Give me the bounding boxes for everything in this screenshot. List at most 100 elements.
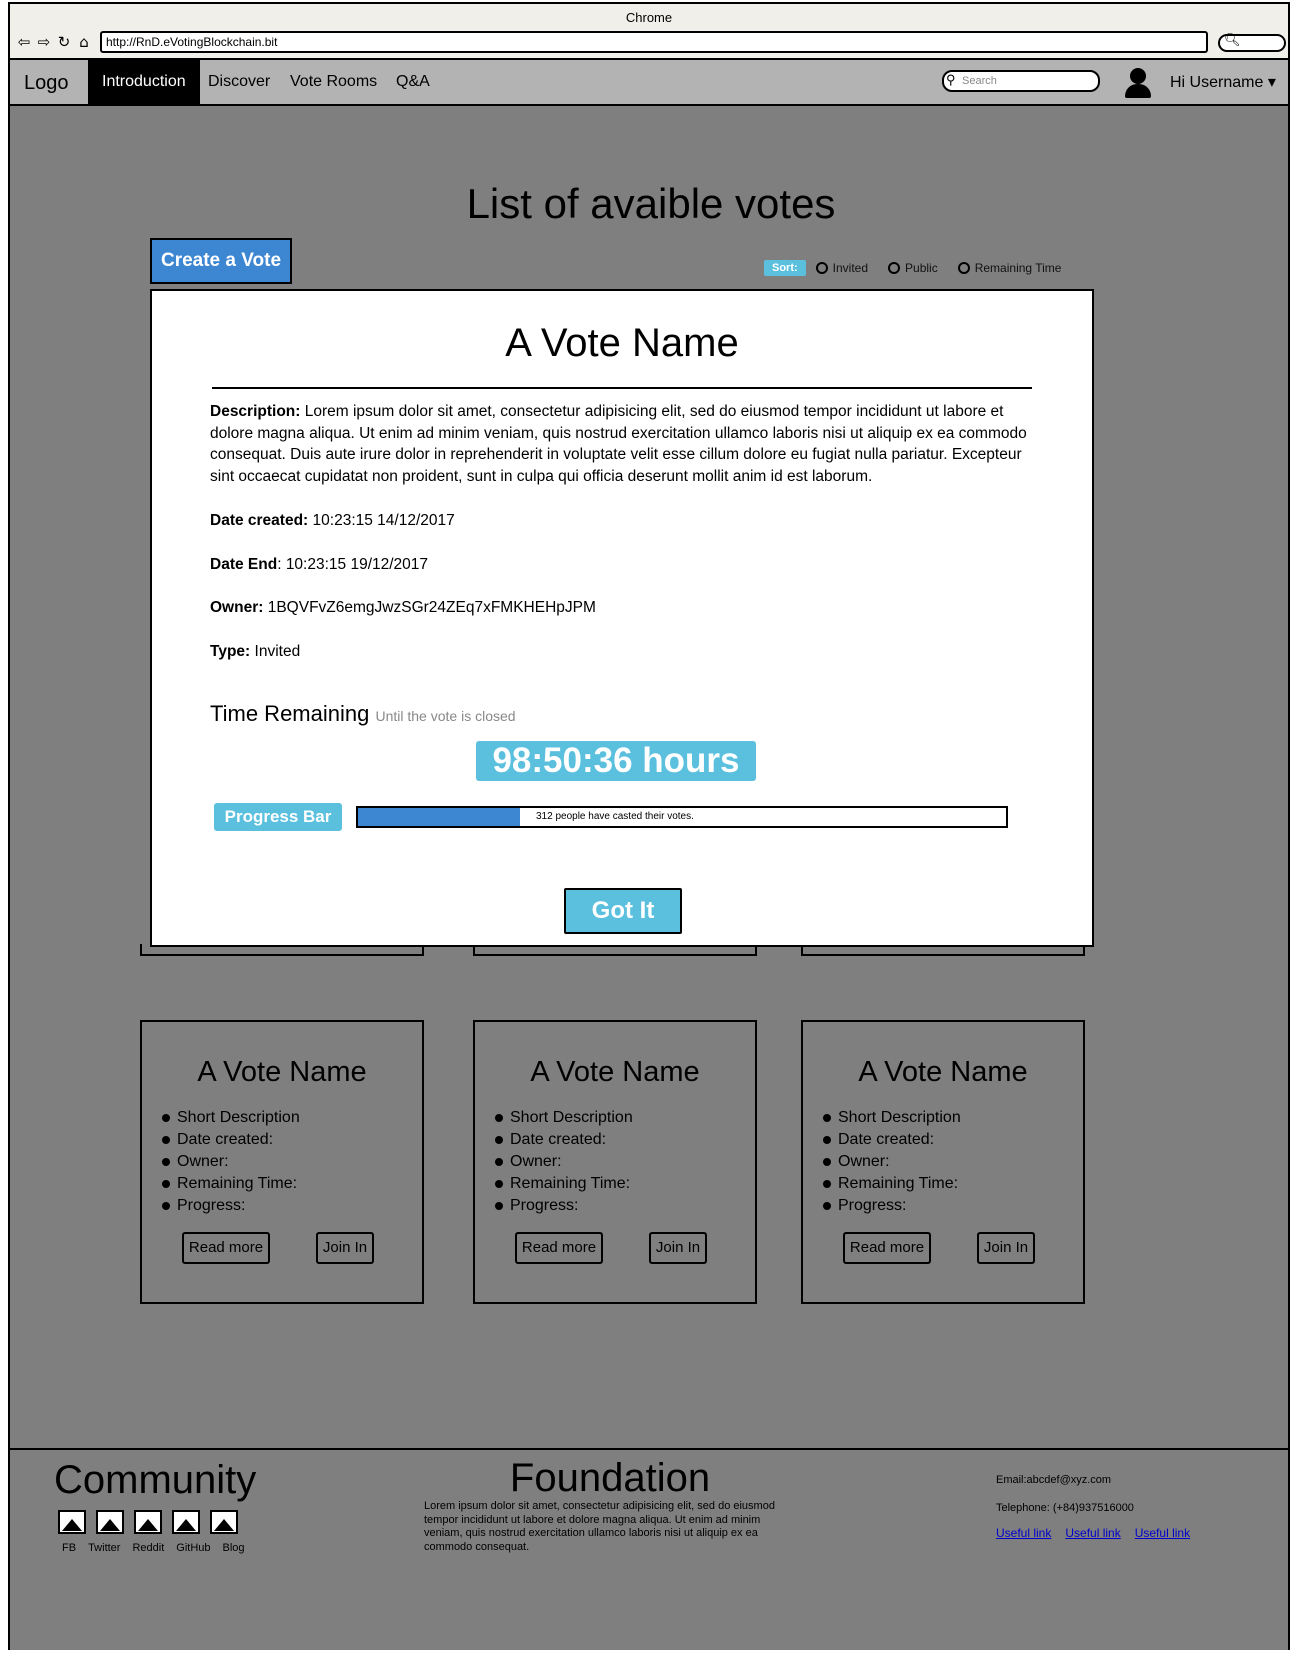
type-label: Type:	[210, 642, 251, 660]
date-created-row: Date created: 10:23:15 14/12/2017	[210, 510, 1040, 532]
avatar-icon[interactable]	[1124, 66, 1152, 98]
join-in-button[interactable]: Join In	[316, 1232, 374, 1264]
useful-link[interactable]: Useful link	[996, 1526, 1051, 1540]
search-placeholder: Search	[962, 75, 997, 87]
sort-controls: Sort: Invited Public Remaining Time	[764, 260, 1081, 276]
page-title: List of avaible votes	[466, 180, 836, 227]
search-icon: 🔍︎	[1224, 33, 1241, 48]
url-bar[interactable]: http://RnD.eVotingBlockchain.bit	[100, 31, 1208, 53]
date-end-row: Date End: 10:23:15 19/12/2017	[210, 555, 429, 573]
list-item: Date created:	[495, 1129, 755, 1151]
reload-icon[interactable]: ↻	[56, 33, 72, 51]
contact-email: Email:abcdef@xyz.com	[996, 1474, 1112, 1486]
search-icon: ⚲	[946, 72, 956, 87]
reddit-image-icon[interactable]	[134, 1510, 162, 1534]
social-icons	[58, 1510, 238, 1534]
card-details: Short Description Date created: Owner: R…	[495, 1107, 755, 1217]
nav-qa[interactable]: Q&A	[382, 60, 444, 104]
list-item: Owner:	[495, 1151, 755, 1173]
useful-links: Useful link Useful link Useful link	[996, 1526, 1190, 1540]
card-details: Short Description Date created: Owner: R…	[823, 1107, 1083, 1217]
forward-icon[interactable]: ⇨	[36, 33, 52, 51]
description-text: Lorem ipsum dolor sit amet, consectetur …	[210, 403, 1027, 486]
list-item: Progress:	[823, 1195, 1083, 1217]
social-label-twitter[interactable]: Twitter	[88, 1542, 120, 1554]
browser-search[interactable]: 🔍︎	[1218, 33, 1286, 52]
social-label-github[interactable]: GitHub	[176, 1542, 210, 1554]
owner-value: 1BQVFvZ6emgJwzSGr24ZEq7xFMKHEHpJPM	[267, 599, 596, 617]
user-menu[interactable]: Hi Username ▾	[1170, 72, 1276, 92]
join-in-button[interactable]: Join In	[977, 1232, 1035, 1264]
vote-card: A Vote Name Short Description Date creat…	[801, 1020, 1085, 1304]
read-more-button[interactable]: Read more	[843, 1232, 931, 1264]
list-item: Progress:	[162, 1195, 422, 1217]
social-label-blog[interactable]: Blog	[223, 1542, 245, 1554]
browser-window: Chrome ⇦ ⇨ ↻ ⌂ http://RnD.eVotingBlockch…	[8, 2, 1290, 1650]
nav-discover[interactable]: Discover	[194, 60, 284, 104]
list-item: Date created:	[162, 1129, 422, 1151]
fb-image-icon[interactable]	[58, 1510, 86, 1534]
card-details: Short Description Date created: Owner: R…	[162, 1107, 422, 1217]
footer: Community FB Twitter Reddit GitHub Blog …	[10, 1448, 1288, 1650]
social-label-reddit[interactable]: Reddit	[132, 1542, 164, 1554]
sort-option-remaining-time[interactable]: Remaining Time	[957, 261, 1061, 275]
progress-bar-fill	[358, 808, 520, 826]
browser-nav-icons: ⇦ ⇨ ↻ ⌂	[16, 32, 92, 52]
useful-link[interactable]: Useful link	[1065, 1526, 1120, 1540]
time-remaining-heading: Time Remaining Until the vote is closed	[210, 701, 516, 727]
contact-telephone: Telephone: (+84)937516000	[996, 1502, 1134, 1514]
got-it-button[interactable]: Got It	[564, 888, 682, 934]
owner-row: Owner: 1BQVFvZ6emgJwzSGr24ZEq7xFMKHEHpJP…	[210, 597, 1040, 619]
vote-detail-modal: A Vote Name Description: Lorem ipsum dol…	[150, 289, 1094, 947]
date-created-value: 10:23:15 14/12/2017	[312, 511, 455, 529]
github-image-icon[interactable]	[172, 1510, 200, 1534]
create-vote-button[interactable]: Create a Vote	[150, 238, 292, 284]
date-end-label: Date End	[210, 555, 278, 573]
description-row: Description: Lorem ipsum dolor sit amet,…	[210, 401, 1040, 488]
useful-link[interactable]: Useful link	[1135, 1526, 1190, 1540]
progress-bar-label: Progress Bar	[214, 803, 342, 831]
list-item: Short Description	[823, 1107, 1083, 1129]
top-navbar: Logo Introduction Discover Vote Rooms Q&…	[10, 60, 1288, 106]
list-item: Owner:	[162, 1151, 422, 1173]
join-in-button[interactable]: Join In	[649, 1232, 707, 1264]
nav-introduction[interactable]: Introduction	[88, 60, 200, 104]
search-input[interactable]: ⚲ Search	[942, 70, 1100, 92]
time-remaining-label: Time Remaining	[210, 701, 370, 726]
card-title: A Vote Name	[858, 1056, 1028, 1088]
sort-option-invited[interactable]: Invited	[815, 261, 868, 275]
type-row: Type: Invited	[210, 641, 1040, 663]
progress-text: 312 people have casted their votes.	[536, 811, 694, 822]
nav-vote-rooms[interactable]: Vote Rooms	[276, 60, 391, 104]
list-item: Remaining Time:	[495, 1173, 755, 1195]
card-title: A Vote Name	[530, 1056, 700, 1088]
sort-option-public[interactable]: Public	[888, 261, 938, 275]
modal-body: Description: Lorem ipsum dolor sit amet,…	[210, 401, 1040, 685]
foundation-text: Lorem ipsum dolor sit amet, consectetur …	[424, 1500, 775, 1553]
description-label: Description:	[210, 403, 301, 420]
back-icon[interactable]: ⇦	[16, 33, 32, 51]
countdown-badge: 98:50:36 hours	[476, 741, 756, 781]
read-more-button[interactable]: Read more	[515, 1232, 603, 1264]
owner-label: Owner:	[210, 599, 264, 617]
social-label-fb[interactable]: FB	[62, 1542, 76, 1554]
list-item: Owner:	[823, 1151, 1083, 1173]
blog-image-icon[interactable]	[210, 1510, 238, 1534]
read-more-button[interactable]: Read more	[182, 1232, 270, 1264]
list-item: Date created:	[823, 1129, 1083, 1151]
date-end-value: 10:23:15 19/12/2017	[285, 555, 429, 573]
social-labels: FB Twitter Reddit GitHub Blog	[62, 1542, 257, 1554]
list-item: Remaining Time:	[162, 1173, 422, 1195]
twitter-image-icon[interactable]	[96, 1510, 124, 1534]
list-item: Progress:	[495, 1195, 755, 1217]
type-value: Invited	[254, 642, 301, 660]
caret-down-icon: ▾	[1267, 74, 1276, 91]
logo[interactable]: Logo	[24, 72, 69, 95]
vote-card: A Vote Name Short Description Date creat…	[140, 1020, 424, 1304]
vote-card: A Vote Name Short Description Date creat…	[473, 1020, 757, 1304]
list-item: Short Description	[162, 1107, 422, 1129]
home-icon[interactable]: ⌂	[76, 33, 92, 51]
time-remaining-hint: Until the vote is closed	[375, 708, 516, 724]
sort-label: Sort:	[764, 260, 806, 276]
radio-icon	[957, 262, 970, 274]
